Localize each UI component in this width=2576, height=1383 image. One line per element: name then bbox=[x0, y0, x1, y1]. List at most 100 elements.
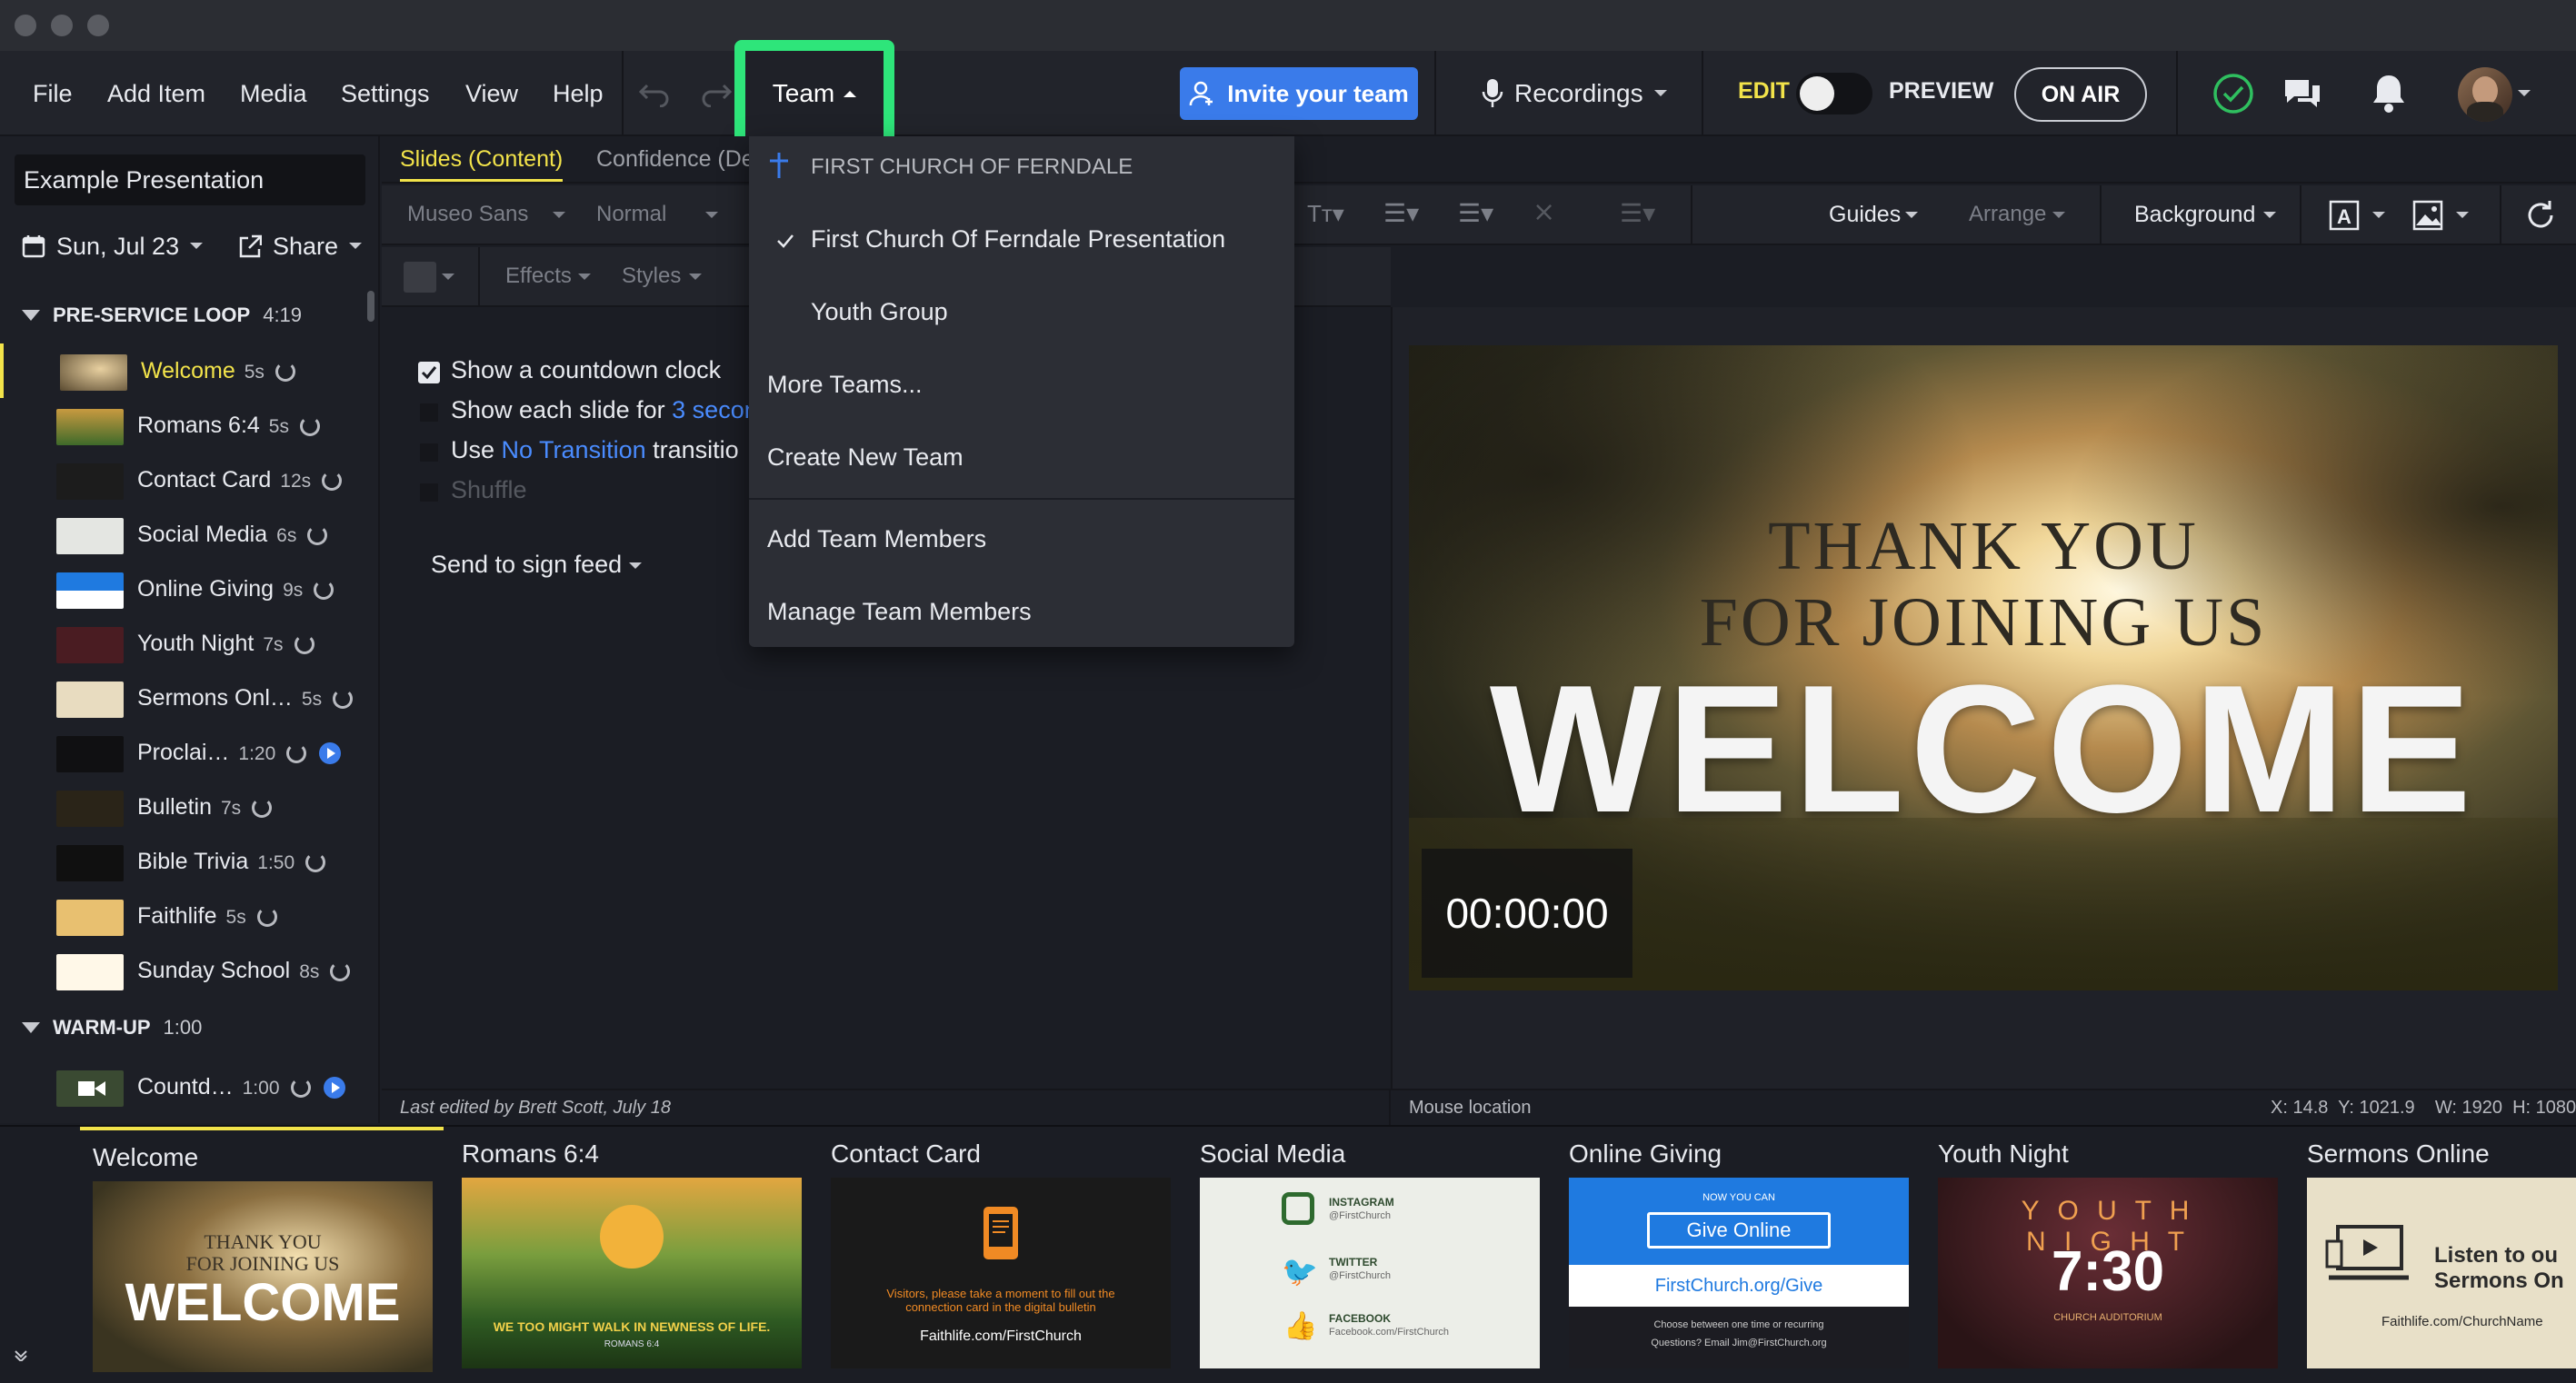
text-size-icon[interactable]: Tт▾ bbox=[1307, 200, 1344, 228]
shuffle-checkbox[interactable] bbox=[418, 482, 440, 503]
slide-preview[interactable]: THANK YOU FOR JOINING US WELCOME 00:00:0… bbox=[1409, 345, 2558, 990]
font-weight-select[interactable]: Normal bbox=[596, 202, 666, 227]
filmstrip-slide[interactable]: Youth Night Y O U T H N I G H T 7:30 CHU… bbox=[1925, 1127, 2289, 1383]
thumb-text: Visitors, please take a moment to fill o… bbox=[886, 1287, 1115, 1314]
transition-link[interactable]: No Transition bbox=[502, 436, 646, 463]
slide-item[interactable]: Youth Night 7s bbox=[0, 616, 367, 671]
slide-item[interactable]: Romans 6:4 5s bbox=[0, 398, 367, 453]
slide-item[interactable]: Online Giving 9s bbox=[0, 562, 367, 616]
close-window-button[interactable] bbox=[15, 15, 36, 36]
each-slide-checkbox[interactable] bbox=[418, 402, 440, 423]
tab-slides-content[interactable]: Slides (Content) bbox=[400, 136, 564, 182]
bullet-list-icon[interactable]: ☰▾ bbox=[1383, 198, 1419, 228]
on-air-button[interactable]: ON AIR bbox=[2014, 67, 2147, 122]
filmstrip-label: Contact Card bbox=[831, 1139, 981, 1168]
arrange-button[interactable]: Arrange bbox=[1969, 202, 2046, 227]
menu-file[interactable]: File bbox=[33, 51, 73, 136]
filmstrip-slide[interactable]: Social Media INSTAGRAM @FirstChurch 🐦 TW… bbox=[1187, 1127, 1551, 1383]
dropdown-item-more-teams[interactable]: More Teams... bbox=[767, 371, 923, 399]
edit-mode-label[interactable]: EDIT bbox=[1738, 78, 1790, 104]
slide-item[interactable]: Contact Card 12s bbox=[0, 453, 367, 507]
indent-icon[interactable]: ☰▾ bbox=[1458, 198, 1493, 228]
chat-icon[interactable] bbox=[2281, 75, 2323, 113]
guides-button[interactable]: Guides bbox=[1829, 202, 1901, 228]
filmstrip-slide[interactable]: Sermons Online Listen to ou Sermons On F… bbox=[2294, 1127, 2576, 1383]
filmstrip-slide[interactable]: Contact Card Visitors, please take a mom… bbox=[818, 1127, 1182, 1383]
countdown-checkbox[interactable] bbox=[418, 362, 440, 383]
filmstrip-slide[interactable]: Romans 6:4 WE TOO MIGHT WALK IN NEWNESS … bbox=[449, 1127, 813, 1383]
user-avatar[interactable] bbox=[2458, 67, 2512, 122]
filmstrip-thumbnail: NOW YOU CAN Give Online FirstChurch.org/… bbox=[1569, 1178, 1909, 1368]
menu-settings[interactable]: Settings bbox=[341, 51, 430, 136]
dropdown-item-youth-group[interactable]: Youth Group bbox=[811, 298, 948, 326]
laptop-play-icon bbox=[2325, 1225, 2409, 1280]
collapse-filmstrip-icon[interactable] bbox=[15, 1350, 27, 1361]
dropdown-item-ferndale-presentation[interactable]: First Church Of Ferndale Presentation bbox=[811, 225, 1225, 254]
chevron-down-icon bbox=[2052, 212, 2065, 218]
slide-item[interactable]: Social Media 6s bbox=[0, 507, 367, 562]
preview-mode-label[interactable]: PREVIEW bbox=[1889, 78, 1993, 104]
play-icon[interactable] bbox=[323, 1076, 345, 1099]
send-to-sign-feed-button[interactable]: Send to sign feed bbox=[431, 551, 642, 579]
filmstrip-slide[interactable]: Welcome THANK YOU FOR JOINING US WELCOME bbox=[80, 1127, 444, 1383]
effects-button[interactable]: Effects bbox=[505, 264, 572, 289]
dropdown-item-create-team[interactable]: Create New Team bbox=[767, 443, 964, 472]
section-header-warm-up[interactable]: WARM-UP 1:00 bbox=[22, 1016, 202, 1040]
text-box-icon[interactable]: A bbox=[2329, 200, 2360, 231]
filmstrip-thumbnail: Visitors, please take a moment to fill o… bbox=[831, 1178, 1171, 1368]
slide-duration: 5s bbox=[225, 906, 246, 928]
slide-item[interactable]: Sermons Onl… 5s bbox=[0, 671, 367, 725]
slide-item[interactable]: Countd… 1:00 bbox=[0, 1060, 367, 1114]
transition-option: Use No Transition transitio bbox=[451, 436, 739, 464]
dropdown-item-manage-members[interactable]: Manage Team Members bbox=[767, 598, 1032, 626]
transition-checkbox[interactable] bbox=[418, 442, 440, 463]
thumb-text: 7:30 bbox=[2051, 1240, 2165, 1303]
slide-label-group: Sermons Onl… 5s bbox=[137, 685, 354, 711]
zoom-window-button[interactable] bbox=[87, 15, 109, 36]
menu-view[interactable]: View bbox=[465, 51, 518, 136]
loop-icon bbox=[252, 797, 273, 818]
font-family-select[interactable]: Museo Sans bbox=[407, 202, 528, 227]
slide-duration-link[interactable]: 3 secon bbox=[672, 396, 758, 423]
align-icon[interactable]: ☰▾ bbox=[1620, 198, 1655, 228]
slide-item[interactable]: Welcome 5s bbox=[0, 343, 367, 398]
team-label: Team bbox=[772, 79, 835, 107]
menu-help[interactable]: Help bbox=[553, 51, 604, 136]
chevron-down-icon[interactable] bbox=[2518, 89, 2531, 98]
redo-icon[interactable] bbox=[700, 80, 733, 107]
menu-add-item[interactable]: Add Item bbox=[107, 51, 205, 136]
filmstrip-slide[interactable]: Online Giving NOW YOU CAN Give Online Fi… bbox=[1556, 1127, 1920, 1383]
menu-media[interactable]: Media bbox=[240, 51, 307, 136]
transition-label: transitio bbox=[653, 436, 739, 463]
section-header-pre-service-loop[interactable]: PRE-SERVICE LOOP 4:19 bbox=[22, 303, 302, 327]
slide-item[interactable]: Sunday School 8s bbox=[0, 943, 367, 998]
check-circle-icon[interactable] bbox=[2212, 73, 2254, 114]
tab-confidence[interactable]: Confidence (De bbox=[596, 136, 754, 182]
play-icon[interactable] bbox=[319, 741, 342, 764]
thumb-text: INSTAGRAM bbox=[1329, 1196, 1394, 1209]
image-icon[interactable] bbox=[2412, 200, 2443, 231]
presentation-title-field[interactable]: Example Presentation bbox=[15, 154, 365, 205]
slide-item[interactable]: Proclai… 1:20 bbox=[0, 725, 367, 780]
date-picker-button[interactable]: Sun, Jul 23 bbox=[22, 227, 204, 265]
minimize-window-button[interactable] bbox=[51, 15, 73, 36]
background-button[interactable]: Background bbox=[2134, 202, 2255, 228]
notification-bell-icon[interactable] bbox=[2371, 73, 2407, 114]
color-swatch[interactable] bbox=[404, 262, 436, 293]
team-menu-button[interactable]: Team bbox=[734, 40, 894, 147]
slide-item[interactable]: Bulletin 7s bbox=[0, 780, 367, 834]
chevron-down-icon bbox=[349, 243, 363, 249]
slide-item[interactable]: Bible Trivia 1:50 bbox=[0, 834, 367, 889]
clear-format-icon[interactable]: ⨯ bbox=[1533, 196, 1555, 228]
invite-team-button[interactable]: Invite your team bbox=[1180, 67, 1418, 120]
thumb-text: Faithlife.com/FirstChurch bbox=[920, 1328, 1082, 1344]
slide-item[interactable]: Faithlife 5s bbox=[0, 889, 367, 943]
recordings-button[interactable]: Recordings bbox=[1482, 67, 1667, 120]
edit-preview-toggle[interactable] bbox=[1796, 73, 1872, 114]
scrollbar-thumb[interactable] bbox=[367, 291, 374, 322]
styles-button[interactable]: Styles bbox=[622, 264, 681, 289]
dropdown-item-add-members[interactable]: Add Team Members bbox=[767, 525, 986, 553]
refresh-icon[interactable] bbox=[2523, 198, 2558, 233]
share-button[interactable]: Share bbox=[238, 227, 363, 265]
undo-icon[interactable] bbox=[638, 80, 671, 107]
